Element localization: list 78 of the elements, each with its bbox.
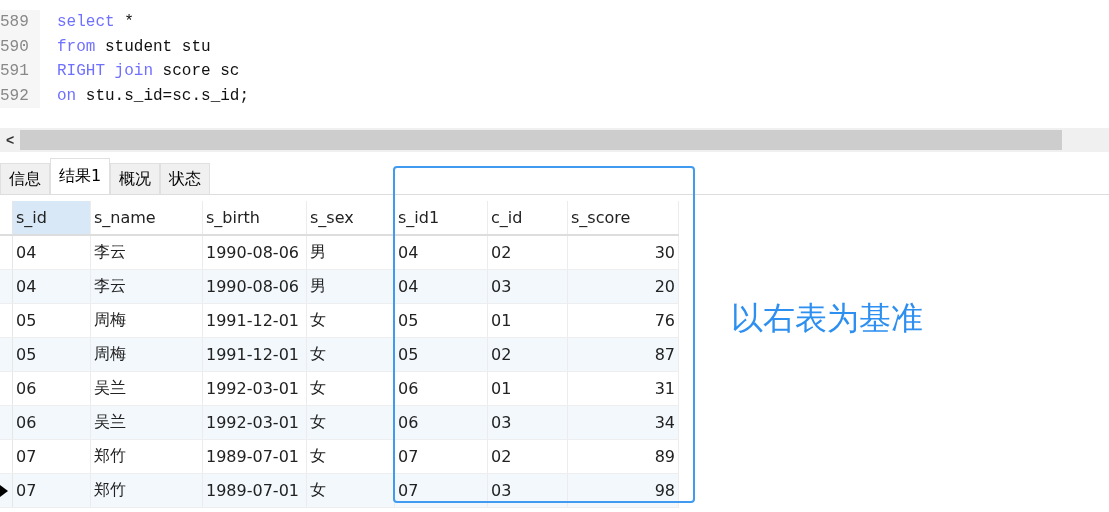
table-cell: 02 <box>488 440 568 473</box>
line-number: 590 <box>0 34 40 59</box>
table-cell: 郑竹 <box>91 474 203 507</box>
table-cell: 03 <box>488 270 568 303</box>
table-cell: 01 <box>488 372 568 405</box>
annotation-text: 以右表为基准 <box>731 298 923 339</box>
result-tab[interactable]: 信息 <box>0 163 50 194</box>
table-cell: 03 <box>488 406 568 439</box>
line-number: 591 <box>0 59 40 84</box>
result-tab[interactable]: 概况 <box>110 163 161 194</box>
table-cell: 06 <box>13 372 91 405</box>
result-tab[interactable]: 结果1 <box>50 158 111 194</box>
table-cell: 1990-08-06 <box>203 236 307 269</box>
table-cell: 04 <box>395 236 488 269</box>
table-cell: 02 <box>488 236 568 269</box>
table-cell: 1991-12-01 <box>203 304 307 337</box>
table-cell: 34 <box>568 406 679 439</box>
table-cell: 31 <box>568 372 679 405</box>
table-cell: 1992-03-01 <box>203 372 307 405</box>
code-line: RIGHT join score sc <box>57 62 240 81</box>
table-cell: 04 <box>13 236 91 269</box>
table-cell: 1992-03-01 <box>203 406 307 439</box>
table-cell: 04 <box>13 270 91 303</box>
column-header[interactable]: s_id <box>13 201 91 234</box>
column-header[interactable]: s_name <box>91 201 203 234</box>
table-cell: 07 <box>395 474 488 507</box>
current-row-icon <box>0 484 8 497</box>
table-cell: 李云 <box>91 270 203 303</box>
table-cell: 李云 <box>91 236 203 269</box>
table-cell: 女 <box>307 440 395 473</box>
table-cell: 01 <box>488 304 568 337</box>
code-line: on stu.s_id=sc.s_id; <box>57 86 250 105</box>
table-cell: 男 <box>307 270 395 303</box>
table-cell: 1989-07-01 <box>203 474 307 507</box>
result-tab[interactable]: 状态 <box>160 163 211 194</box>
code-line: from student stu <box>57 37 211 56</box>
table-cell: 30 <box>568 236 679 269</box>
column-header[interactable]: s_birth <box>203 201 307 234</box>
table-cell: 05 <box>395 338 488 371</box>
table-cell: 07 <box>13 440 91 473</box>
column-header[interactable]: s_id1 <box>395 201 488 234</box>
table-cell: 87 <box>568 338 679 371</box>
table-cell: 05 <box>395 304 488 337</box>
code-line: select * <box>57 13 134 32</box>
table-cell: 20 <box>568 270 679 303</box>
column-header[interactable]: s_sex <box>307 201 395 234</box>
table-cell: 周梅 <box>91 304 203 337</box>
table-cell: 02 <box>488 338 568 371</box>
table-cell: 06 <box>13 406 91 439</box>
table-cell: 1989-07-01 <box>203 440 307 473</box>
table-cell: 05 <box>13 304 91 337</box>
table-cell: 04 <box>395 270 488 303</box>
table-cell: 05 <box>13 338 91 371</box>
table-cell: 06 <box>395 372 488 405</box>
table-cell: 07 <box>395 440 488 473</box>
table-cell: 郑竹 <box>91 440 203 473</box>
line-number: 592 <box>0 83 40 108</box>
column-header[interactable]: s_score <box>568 201 679 234</box>
table-cell: 吴兰 <box>91 372 203 405</box>
table-cell: 女 <box>307 372 395 405</box>
table-cell: 1990-08-06 <box>203 270 307 303</box>
table-cell: 1991-12-01 <box>203 338 307 371</box>
line-number: 589 <box>0 10 40 35</box>
scrollbar-thumb[interactable] <box>20 130 1062 150</box>
table-cell: 89 <box>568 440 679 473</box>
column-header[interactable]: c_id <box>488 201 568 234</box>
table-cell: 女 <box>307 474 395 507</box>
table-cell: 女 <box>307 406 395 439</box>
table-cell: 07 <box>13 474 91 507</box>
table-cell: 06 <box>395 406 488 439</box>
table-cell: 98 <box>568 474 679 507</box>
table-cell: 吴兰 <box>91 406 203 439</box>
table-cell: 女 <box>307 338 395 371</box>
table-cell: 76 <box>568 304 679 337</box>
table-cell: 周梅 <box>91 338 203 371</box>
table-cell: 男 <box>307 236 395 269</box>
table-cell: 03 <box>488 474 568 507</box>
table-cell: 女 <box>307 304 395 337</box>
